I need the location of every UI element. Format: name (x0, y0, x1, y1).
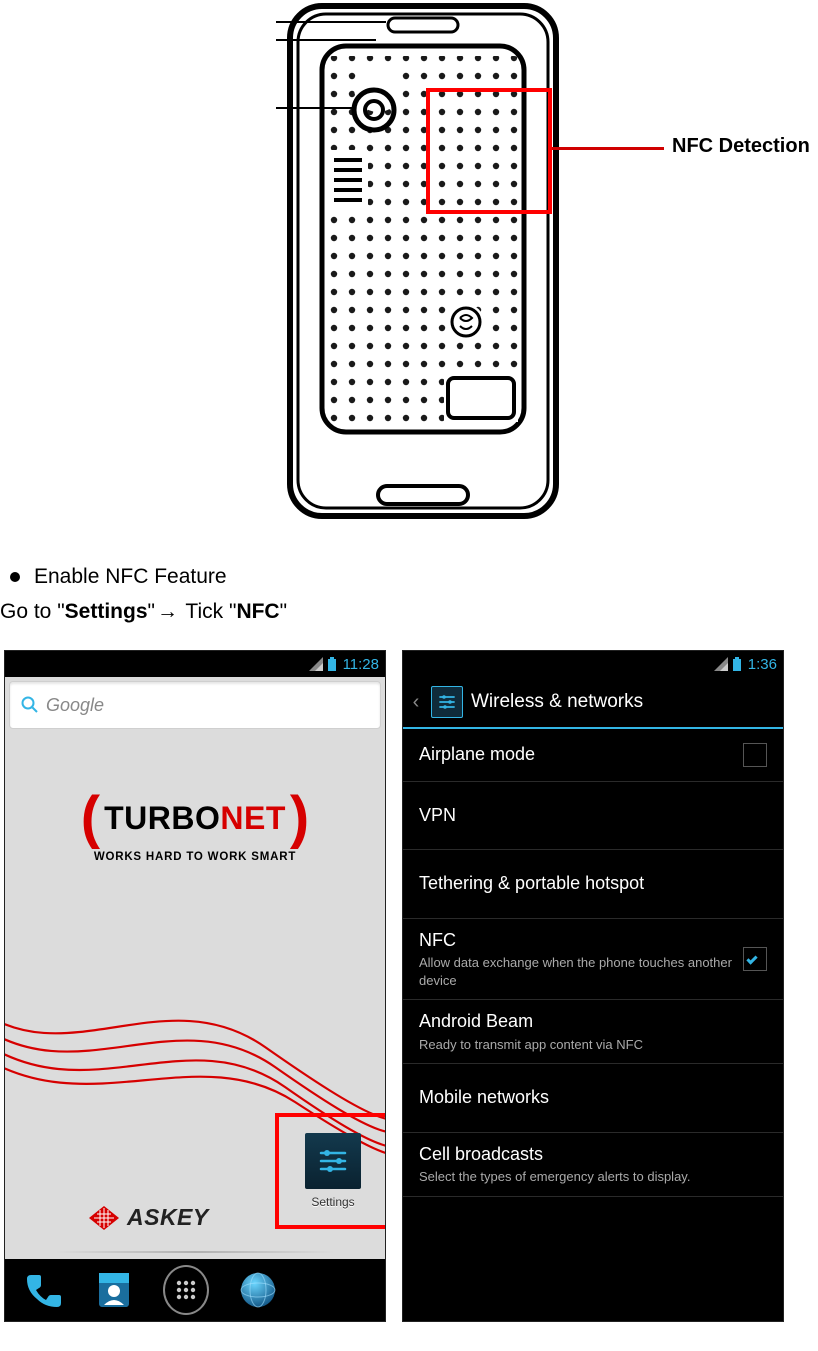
grid-icon (174, 1278, 198, 1302)
search-placeholder: Google (46, 695, 104, 716)
setting-title: Android Beam (419, 1010, 767, 1033)
bullet-text: Enable NFC Feature (34, 565, 227, 589)
setting-airplane-mode[interactable]: Airplane mode (403, 729, 783, 782)
setting-vpn[interactable]: VPN (403, 782, 783, 850)
setting-subtitle: Allow data exchange when the phone touch… (419, 954, 743, 989)
setting-android-beam[interactable]: Android Beam Ready to transmit app conte… (403, 1000, 783, 1064)
header-title: Wireless & networks (471, 691, 643, 713)
askey-diamond-icon (89, 1206, 119, 1230)
askey-logo: ASKEY (89, 1204, 209, 1231)
setting-title: Cell broadcasts (419, 1143, 767, 1166)
text: Go to " (0, 600, 65, 623)
setting-subtitle: Select the types of emergency alerts to … (419, 1168, 767, 1186)
device-back-diagram: C (276, 0, 570, 522)
arrow-icon: → (157, 600, 178, 623)
checkbox-icon[interactable] (743, 947, 767, 971)
setting-nfc[interactable]: NFC Allow data exchange when the phone t… (403, 919, 783, 1000)
dock (5, 1259, 385, 1321)
setting-cell-broadcasts[interactable]: Cell broadcasts Select the types of emer… (403, 1133, 783, 1197)
browser-app-icon[interactable] (235, 1267, 281, 1313)
setting-title: Mobile networks (419, 1086, 767, 1109)
sliders-icon (437, 692, 457, 712)
checkbox-icon[interactable] (743, 743, 767, 767)
page-indicator (55, 1251, 335, 1253)
sliders-icon (315, 1143, 351, 1179)
status-bar: 1:36 (403, 651, 783, 677)
status-time: 11:28 (343, 656, 379, 673)
status-bar: 11:28 (5, 651, 385, 677)
bullet-enable-nfc: Enable NFC Feature (10, 565, 227, 589)
settings-app-label: Settings (311, 1195, 354, 1209)
turbonet-logo: ( TURBONET ) WORKS HARD TO WORK SMART (5, 789, 385, 863)
turbonet-tagline: WORKS HARD TO WORK SMART (5, 851, 385, 863)
turbonet-word1: TURBO (104, 800, 220, 836)
back-icon[interactable]: ‹ (409, 691, 423, 714)
battery-icon (732, 657, 742, 671)
screenshot-settings: 1:36 ‹ Wireless & networks (402, 650, 784, 1322)
search-input[interactable]: Google (9, 681, 381, 729)
setting-title: Tethering & portable hotspot (419, 872, 767, 895)
nfc-area-highlight (426, 88, 552, 214)
askey-text: ASKEY (127, 1204, 209, 1231)
signal-icon (309, 657, 323, 671)
text: " (148, 600, 155, 623)
text-nfc: NFC (236, 600, 279, 623)
settings-app-highlight: Settings (275, 1113, 386, 1229)
battery-icon (327, 657, 337, 671)
search-icon (20, 695, 40, 715)
settings-header[interactable]: ‹ Wireless & networks (403, 677, 783, 729)
text: " (280, 600, 287, 623)
setting-subtitle: Ready to transmit app content via NFC (419, 1036, 767, 1054)
setting-title: Airplane mode (419, 743, 743, 766)
setting-tethering[interactable]: Tethering & portable hotspot (403, 850, 783, 918)
text-settings: Settings (65, 600, 148, 623)
turbonet-word2: NET (220, 800, 286, 836)
screenshot-home: 11:28 Google ( TURBONET ) WORKS HARD TO … (4, 650, 386, 1322)
callout-line (552, 147, 664, 150)
text: Tick " (180, 600, 236, 623)
signal-icon (714, 657, 728, 671)
setting-mobile-networks[interactable]: Mobile networks (403, 1064, 783, 1132)
apps-drawer-button[interactable] (163, 1267, 209, 1313)
settings-app-icon[interactable] (305, 1133, 361, 1189)
setting-title: NFC (419, 929, 743, 952)
setting-title: VPN (419, 804, 767, 827)
status-time: 1:36 (748, 656, 777, 673)
settings-header-icon (431, 686, 463, 718)
nfc-callout-label: NFC Detection (672, 135, 810, 158)
phone-app-icon[interactable] (19, 1267, 65, 1313)
bullet-icon (10, 572, 20, 582)
instruction-line: Go to "Settings"→ Tick "NFC" (0, 600, 287, 624)
contacts-app-icon[interactable] (91, 1267, 137, 1313)
